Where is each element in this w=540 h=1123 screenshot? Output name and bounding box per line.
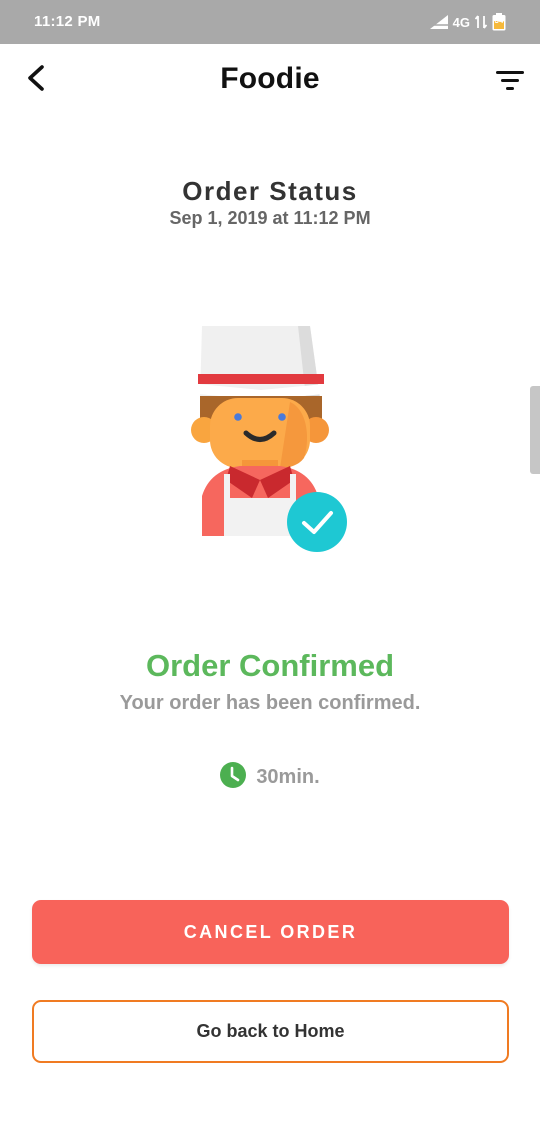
filter-button[interactable] <box>492 64 528 100</box>
scroll-indicator[interactable] <box>530 386 540 474</box>
status-bar: 11:12 PM 4G 34 <box>0 0 540 44</box>
chef-with-check-icon <box>180 320 360 560</box>
order-confirmed-title: Order Confirmed <box>145 648 395 683</box>
order-confirmed-subtitle: Your order has been confirmed. <box>119 692 421 714</box>
battery-level: 34 <box>494 16 504 25</box>
signal-icon <box>429 15 448 29</box>
order-date: Sep 1, 2019 at 11:12 PM <box>169 208 371 228</box>
eta-text: 30min. <box>256 766 320 788</box>
status-time: 11:12 PM <box>34 13 101 30</box>
battery-icon: 34 <box>492 13 506 31</box>
app-bar: Foodie <box>0 44 540 116</box>
data-transfer-icon <box>475 15 487 29</box>
order-status-title: Order Status <box>182 176 358 206</box>
go-back-home-button[interactable]: Go back to Home <box>32 1000 509 1063</box>
network-type: 4G <box>452 14 470 30</box>
status-icons: 4G 34 <box>429 11 506 33</box>
app-title: Foodie <box>220 62 320 95</box>
eta-row: 30min. <box>0 762 540 793</box>
filter-icon <box>495 69 525 96</box>
clock-icon <box>220 762 247 793</box>
cancel-order-button[interactable]: CANCEL ORDER <box>32 900 509 964</box>
